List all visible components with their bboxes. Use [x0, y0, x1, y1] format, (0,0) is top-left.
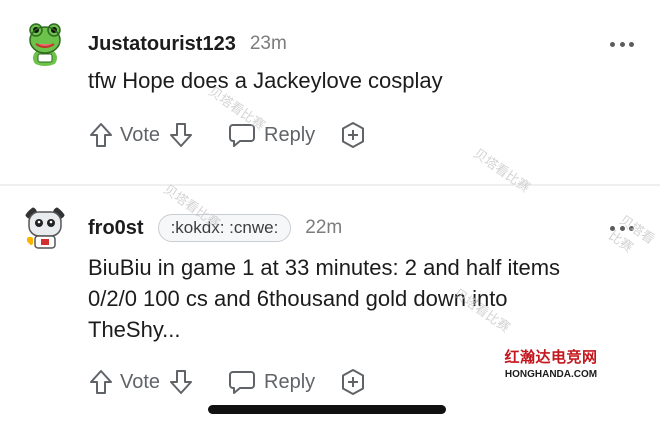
award-button[interactable] [339, 121, 367, 149]
timestamp: 23m [249, 33, 287, 54]
downvote-button[interactable] [168, 368, 194, 396]
vote-label: Vote [120, 370, 161, 393]
comment-1: Justatourist123 23m tfw Hope does a Jack… [0, 0, 660, 185]
upvote-button[interactable] [88, 368, 114, 396]
user-avatar[interactable] [22, 204, 68, 250]
reply-button[interactable]: Reply [228, 122, 315, 148]
home-indicator[interactable] [208, 405, 446, 414]
vote-label: Vote [120, 123, 161, 146]
reply-label: Reply [264, 123, 316, 146]
user-avatar[interactable] [22, 20, 68, 66]
robot-avatar-icon [22, 204, 68, 250]
comment-2: fro0st :kokdx: :cnwe: 22m BiuBiu in game… [0, 186, 660, 427]
comment-actions: Vote Reply [88, 366, 367, 398]
reply-label: Reply [264, 370, 316, 393]
reply-button[interactable]: Reply [228, 369, 315, 395]
username[interactable]: Justatourist123 [88, 33, 236, 56]
more-options-button[interactable] [610, 40, 634, 48]
comment-body: tfw Hope does a Jackeylove cosplay [88, 68, 443, 93]
comment-header: Justatourist123 23m [88, 29, 287, 59]
comment-body: BiuBiu in game 1 at 33 minutes: 2 and ha… [88, 255, 561, 342]
timestamp: 22m [305, 217, 343, 238]
upvote-arrow-icon [90, 370, 112, 394]
username[interactable]: fro0st [88, 217, 144, 240]
more-dot-icon [629, 41, 634, 47]
site-name: 红瀚达电竞网 [504, 348, 598, 366]
speech-bubble-icon [229, 371, 256, 394]
downvote-arrow-icon [170, 123, 193, 147]
downvote-button[interactable] [168, 121, 194, 149]
site-watermark-logo: 红瀚达电竞网 HONGHANDA.COM [497, 346, 605, 380]
award-plus-icon [342, 122, 365, 148]
upvote-button[interactable] [88, 121, 114, 149]
user-flair: :kokdx: :cnwe: [157, 214, 292, 242]
frog-avatar-icon [22, 20, 68, 66]
award-plus-icon [342, 369, 365, 395]
site-domain: HONGHANDA.COM [504, 369, 598, 380]
comment-actions: Vote Reply [88, 119, 367, 151]
upvote-arrow-icon [90, 123, 112, 147]
more-dot-icon [619, 41, 625, 47]
downvote-arrow-icon [170, 370, 193, 394]
award-button[interactable] [339, 368, 367, 396]
more-dot-icon [610, 41, 615, 47]
